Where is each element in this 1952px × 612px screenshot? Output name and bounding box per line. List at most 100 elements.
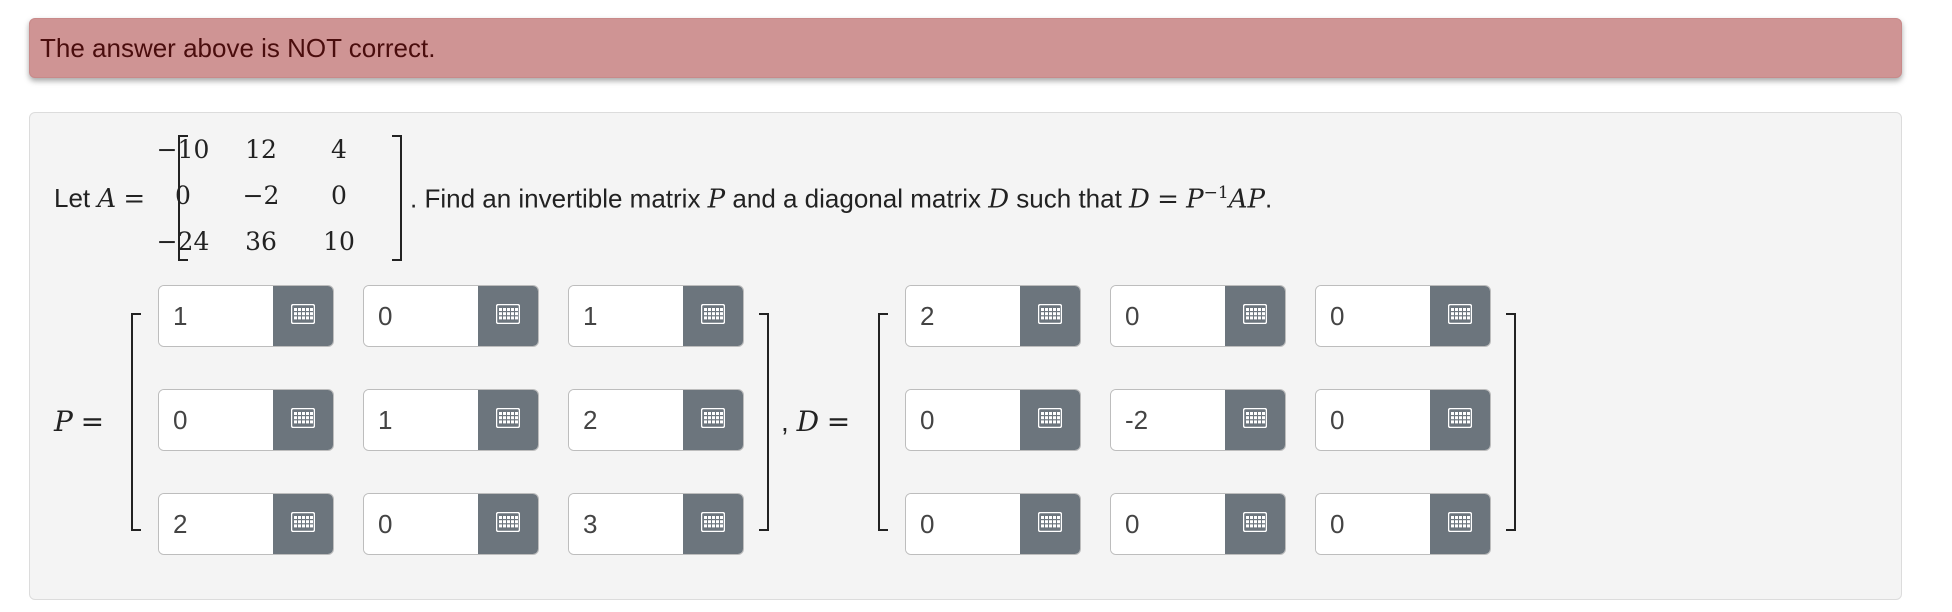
inverse-exponent: −1 — [1203, 183, 1229, 203]
p-matrix-entry-input[interactable] — [364, 390, 478, 450]
keypad-icon — [1037, 407, 1063, 433]
matrix-keypad-button[interactable] — [478, 494, 538, 554]
d-matrix-entry-input[interactable] — [1316, 390, 1430, 450]
keypad-icon — [1242, 303, 1268, 329]
keypad-icon — [700, 303, 726, 329]
matrix-keypad-button[interactable] — [1430, 494, 1490, 554]
p-answer-symbol: P — [54, 405, 73, 438]
keypad-icon — [290, 511, 316, 537]
p-matrix-entry-input[interactable] — [364, 494, 478, 554]
p-matrix-entry-input[interactable] — [159, 390, 273, 450]
matrix-a-symbol: A — [97, 184, 117, 214]
matrix-keypad-button[interactable] — [1020, 286, 1080, 346]
equation-d: D — [1129, 184, 1150, 215]
matrix-keypad-button[interactable] — [683, 494, 743, 554]
d-matrix-entry-input[interactable] — [1111, 286, 1225, 346]
d-matrix-entry-r2c2 — [1110, 389, 1286, 451]
d-matrix-left-bracket — [878, 313, 888, 531]
keypad-icon — [700, 511, 726, 537]
d-matrix-entry-r3c3 — [1315, 493, 1491, 555]
matrix-keypad-button[interactable] — [478, 390, 538, 450]
p-matrix-entry-r3c2 — [363, 493, 539, 555]
matrix-keypad-button[interactable] — [1225, 494, 1285, 554]
keypad-icon — [700, 407, 726, 433]
p-matrix-entry-input[interactable] — [569, 390, 683, 450]
keypad-icon — [1037, 303, 1063, 329]
d-matrix-entry-input[interactable] — [1111, 390, 1225, 450]
d-matrix-entry-input[interactable] — [906, 286, 1020, 346]
d-matrix-entry-input[interactable] — [906, 494, 1020, 554]
matrix-a-entry: 4 — [331, 135, 347, 164]
p-matrix-entry-input[interactable] — [364, 286, 478, 346]
p-matrix-entry-input[interactable] — [569, 286, 683, 346]
problem-panel: Let A = −10 12 4 0 −2 0 −24 36 10 . Find an inve… — [29, 112, 1902, 600]
keypad-icon — [1447, 407, 1473, 433]
matrix-keypad-button[interactable] — [1225, 286, 1285, 346]
matrix-a-entry: −10 — [156, 135, 210, 164]
let-text: Let — [54, 183, 98, 213]
matrix-keypad-button[interactable] — [1020, 390, 1080, 450]
problem-statement-text: . Find an invertible matrix P and a diag… — [410, 183, 1272, 215]
d-matrix-entry-input[interactable] — [1316, 494, 1430, 554]
keypad-icon — [1447, 511, 1473, 537]
matrix-keypad-button[interactable] — [273, 390, 333, 450]
p-label: P = — [54, 405, 104, 438]
matrix-a-entry: 0 — [331, 181, 347, 210]
p-matrix-entry-r1c2 — [363, 285, 539, 347]
matrix-a-entry: −2 — [242, 181, 280, 210]
keypad-icon — [1037, 511, 1063, 537]
d-matrix-entry-input[interactable] — [906, 390, 1020, 450]
problem-statement-prefix: Let A = — [54, 183, 145, 214]
keypad-icon — [1242, 511, 1268, 537]
p-matrix-entry-r3c3 — [568, 493, 744, 555]
p-equals-sign: = — [80, 405, 105, 438]
d-matrix-entry-r1c3 — [1315, 285, 1491, 347]
matrix-a-entry: 0 — [175, 181, 191, 210]
incorrect-answer-alert: The answer above is NOT correct. — [29, 18, 1902, 78]
matrix-keypad-button[interactable] — [1225, 390, 1285, 450]
p-matrix-entry-r2c3 — [568, 389, 744, 451]
p-matrix-entry-input[interactable] — [569, 494, 683, 554]
d-answer-symbol: D — [796, 405, 820, 438]
matrix-keypad-button[interactable] — [683, 390, 743, 450]
p-matrix-entry-r1c3 — [568, 285, 744, 347]
p-symbol: P — [707, 184, 726, 215]
statement-part-3: such that — [1009, 183, 1130, 214]
p-matrix-entry-input[interactable] — [159, 494, 273, 554]
matrix-keypad-button[interactable] — [273, 494, 333, 554]
matrix-keypad-button[interactable] — [683, 286, 743, 346]
matrix-keypad-button[interactable] — [1430, 390, 1490, 450]
d-matrix-entry-r1c1 — [905, 285, 1081, 347]
d-matrix-entry-r3c1 — [905, 493, 1081, 555]
alert-message: The answer above is NOT correct. — [40, 32, 436, 63]
matrix-keypad-button[interactable] — [1020, 494, 1080, 554]
d-matrix-entry-r2c3 — [1315, 389, 1491, 451]
statement-period: . — [1265, 183, 1273, 214]
matrix-separator-comma: , — [781, 406, 789, 437]
d-label: , D = — [781, 405, 850, 438]
d-matrix-entry-r2c1 — [905, 389, 1081, 451]
matrix-keypad-button[interactable] — [273, 286, 333, 346]
equation-ap: AP — [1228, 184, 1266, 215]
d-matrix-entry-r3c2 — [1110, 493, 1286, 555]
p-matrix-entry-r2c1 — [158, 389, 334, 451]
statement-part-1: . Find an invertible matrix — [410, 183, 708, 214]
matrix-keypad-button[interactable] — [478, 286, 538, 346]
keypad-icon — [495, 407, 521, 433]
keypad-icon — [290, 303, 316, 329]
equals-sign: = — [123, 184, 146, 214]
equation-p: P — [1186, 184, 1204, 215]
equation-equals: = — [1157, 184, 1179, 215]
keypad-icon — [1242, 407, 1268, 433]
d-matrix-entry-input[interactable] — [1316, 286, 1430, 346]
d-matrix-entry-input[interactable] — [1111, 494, 1225, 554]
keypad-icon — [495, 511, 521, 537]
p-matrix-entry-input[interactable] — [159, 286, 273, 346]
matrix-a-entry: 12 — [245, 135, 277, 164]
keypad-icon — [290, 407, 316, 433]
matrix-a-entry: 10 — [323, 227, 355, 256]
matrix-keypad-button[interactable] — [1430, 286, 1490, 346]
p-matrix-entry-r1c1 — [158, 285, 334, 347]
p-matrix-entry-r3c1 — [158, 493, 334, 555]
d-equals-sign: = — [826, 405, 851, 438]
